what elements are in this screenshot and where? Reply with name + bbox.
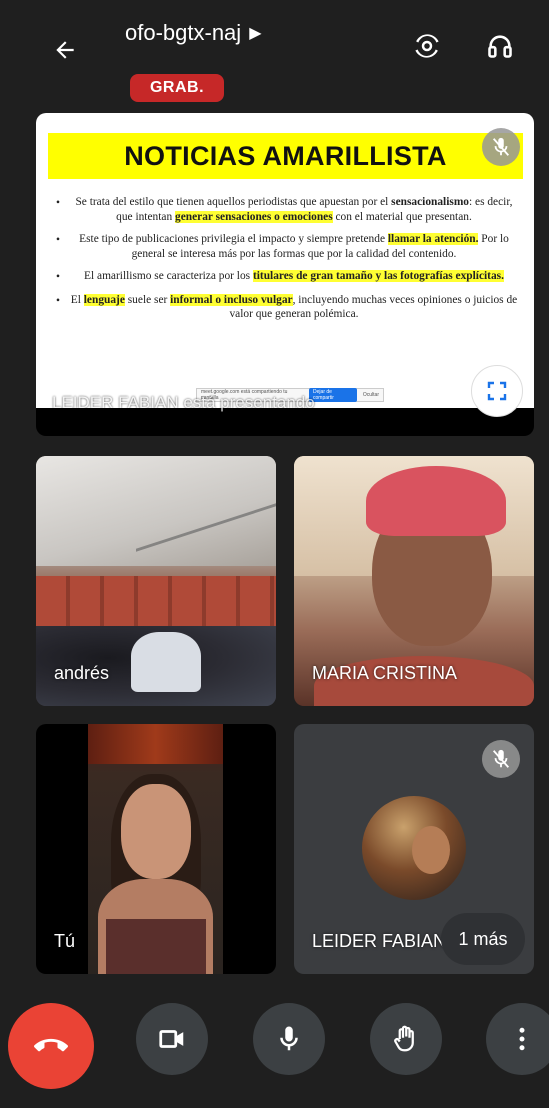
bullet-text-segment: generar sensaciones o emociones (175, 210, 333, 223)
bullet-text-segment: El amarillismo se caracteriza por los (84, 270, 253, 282)
participant-tile-andres[interactable]: andrés (36, 456, 276, 706)
audio-output-button[interactable] (480, 26, 520, 66)
raise-hand-button[interactable] (370, 1003, 442, 1075)
bullet-text-segment: sensacionalismo (391, 196, 469, 208)
bullet-text-segment: Se trata del estilo que tienen aquellos … (75, 196, 392, 208)
video-person (131, 632, 201, 692)
participant-name: Tú (54, 931, 76, 951)
fullscreen-icon (487, 381, 507, 401)
bullet-text-segment: El (70, 293, 84, 306)
bullet-text-segment: lenguaje (83, 293, 125, 306)
caret-right-icon: ▶ (249, 25, 262, 42)
bullet-text-segment: titulares de gran tamaño y las fotografí… (252, 270, 504, 282)
stop-sharing-button: Dejar de compartir (309, 388, 357, 402)
arrow-back-icon (56, 41, 74, 59)
switch-camera-button[interactable] (407, 26, 447, 66)
video-camera-icon (159, 1030, 184, 1048)
bullet-text-segment: Este tipo de publicaciones privilegia el… (79, 233, 388, 245)
more-vertical-icon (519, 1027, 525, 1051)
participant-name: andrés (54, 663, 110, 683)
meeting-title[interactable]: ofo-bgtx-naj ▶ (125, 20, 262, 46)
recording-badge: GRAB. (130, 74, 224, 102)
bullet-dot: • (56, 234, 60, 246)
presenter-muted-indicator (482, 128, 520, 166)
video-wall-picture (88, 724, 223, 764)
slide-bullet: • Se trata del estilo que tienen aquellos… (56, 195, 518, 224)
mic-off-icon (492, 137, 510, 156)
participant-name: LEIDER FABIAN (312, 931, 447, 951)
mic-off-icon (492, 749, 510, 768)
slide-title: NOTICIAS AMARILLISTA (124, 140, 447, 171)
shared-slide: NOTICIAS AMARILLISTA • Se trata del estil… (36, 113, 534, 412)
slide-title-bar: NOTICIAS AMARILLISTA (48, 133, 523, 179)
end-call-icon (34, 1038, 68, 1052)
video-headband (366, 466, 506, 536)
microphone-icon (280, 1026, 298, 1051)
avatar (362, 796, 466, 900)
presenter-label: LEIDER FABIAN está presentando (52, 393, 315, 412)
fullscreen-button[interactable] (471, 365, 523, 417)
participant-tile-self[interactable]: Tú (36, 724, 276, 974)
bullet-dot: • (56, 197, 60, 209)
bullet-text: Este tipo de publicaciones privilegia el… (70, 232, 518, 261)
bullet-text: Se trata del estilo que tienen aquellos … (70, 195, 518, 224)
participant-name: MARIA CRISTINA (312, 663, 458, 683)
slide-bullet: • El lenguaje suele ser informal o inclus… (56, 293, 518, 322)
camera-toggle-button[interactable] (136, 1003, 208, 1075)
video-face (121, 784, 191, 879)
participant-tile-maria-cristina[interactable]: MARIA CRISTINA (294, 456, 534, 706)
bullet-dot: • (56, 294, 60, 307)
slide-bullet: • El amarillismo se caracteriza por los t… (56, 269, 518, 285)
meeting-code: ofo-bgtx-naj (125, 20, 242, 45)
raise-hand-icon (394, 1025, 414, 1052)
microphone-toggle-button[interactable] (253, 1003, 325, 1075)
switch-camera-icon (415, 34, 439, 58)
hide-share-bar: Ocultar (362, 392, 379, 398)
back-button[interactable] (45, 30, 85, 70)
bullet-text: El amarillismo se caracteriza por los ti… (70, 269, 518, 285)
bullet-text-segment: suele ser (124, 293, 171, 306)
participant-muted-indicator (482, 740, 520, 778)
video-top (106, 919, 206, 974)
bullet-text-segment: con el material que presentan. (332, 210, 472, 223)
bullet-text-segment: informal o incluso vulgar (170, 293, 293, 306)
bullet-text: El lenguaje suele ser informal o incluso… (70, 293, 518, 322)
bullet-dot: • (56, 271, 60, 283)
more-participants-button[interactable]: 1 más (441, 913, 525, 965)
slide-bullet: • Este tipo de publicaciones privilegia e… (56, 232, 518, 261)
headphones-icon (488, 35, 512, 58)
bullet-text-segment: llamar la atención. (387, 233, 479, 245)
presentation-tile[interactable]: NOTICIAS AMARILLISTA • Se trata del estil… (36, 113, 534, 436)
slide-bullets: • Se trata del estilo que tienen aquellos… (56, 195, 518, 330)
end-call-button[interactable] (8, 1003, 94, 1089)
more-options-button[interactable] (486, 1003, 549, 1075)
avatar-face (412, 826, 450, 874)
